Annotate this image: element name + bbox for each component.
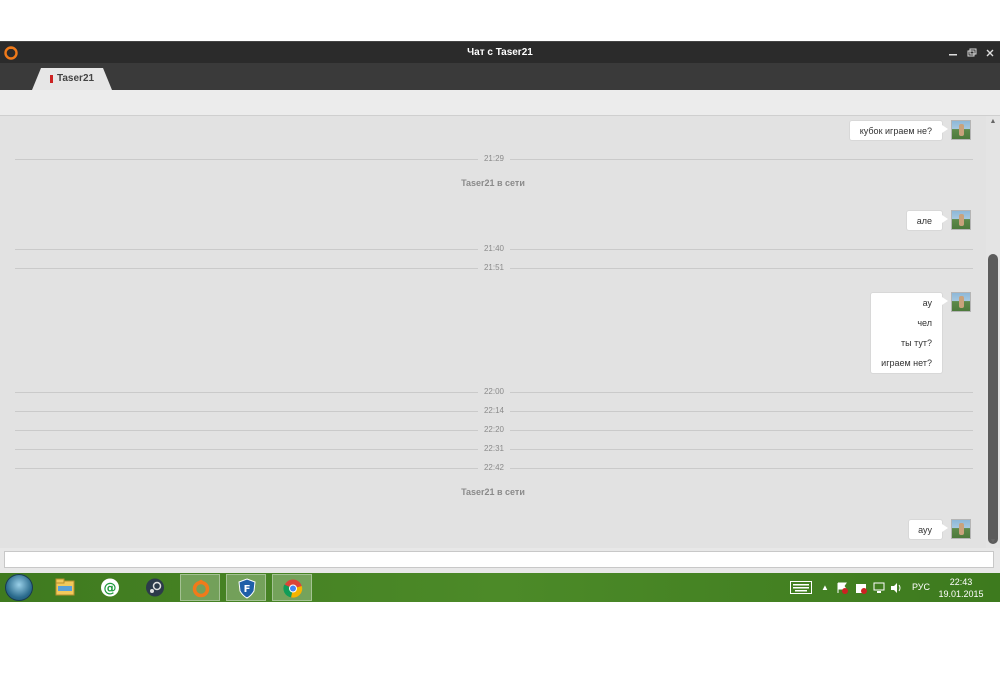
user-avatar[interactable]: [951, 120, 971, 140]
keyboard-icon[interactable]: [790, 581, 812, 594]
message-input[interactable]: [4, 551, 994, 568]
message-text: але: [916, 216, 932, 226]
timestamp: 21:40: [478, 244, 510, 253]
close-button[interactable]: [982, 45, 998, 61]
chat-window: Чат с Taser21 Taser21 кубок играем не? 2…: [0, 41, 1000, 573]
chat-history[interactable]: кубок играем не? 21:29 Taser21 в сети ал…: [0, 116, 986, 548]
message-compose-area: [0, 548, 1000, 573]
message-bubble: ау чел ты тут? играем нет?: [870, 292, 948, 374]
restore-icon: [967, 48, 977, 57]
message-text: чел: [917, 318, 932, 328]
clock-date[interactable]: 19.01.2015: [938, 589, 984, 599]
scroll-down-arrow[interactable]: ▼: [986, 536, 1000, 548]
timestamp: 22:20: [478, 425, 510, 434]
tab-label: Taser21: [57, 73, 95, 84]
taskbar-explorer[interactable]: [45, 574, 85, 601]
svg-text:@: @: [104, 581, 117, 596]
origin-icon: [192, 579, 210, 598]
taskbar-mail-agent[interactable]: @: [90, 574, 130, 601]
message-bubble: ауу: [908, 519, 948, 540]
status-event: Taser21 в сети: [461, 178, 525, 188]
restore-button[interactable]: [963, 45, 979, 61]
message-text: кубок играем не?: [859, 126, 932, 136]
message-text: играем нет?: [881, 358, 932, 368]
taskbar-chrome[interactable]: [272, 574, 312, 601]
tab-bar: Taser21: [0, 63, 1000, 90]
minimize-icon: [949, 54, 957, 56]
message-text: ау: [922, 298, 932, 308]
chat-toolbar: [0, 90, 1000, 116]
timestamp: 22:00: [478, 387, 510, 396]
user-avatar[interactable]: [951, 210, 971, 230]
timestamp: 21:29: [478, 154, 510, 163]
windows-taskbar: @ F ▲ РУС 22:43 19.01.2015: [0, 573, 1000, 602]
user-avatar[interactable]: [951, 519, 971, 539]
action-center-icon[interactable]: [836, 582, 848, 594]
message-text: ауу: [918, 525, 932, 535]
timestamp: 22:31: [478, 444, 510, 453]
taskbar-origin[interactable]: [180, 574, 220, 601]
mail-agent-icon: @: [101, 578, 119, 597]
volume-icon[interactable]: [890, 582, 902, 594]
user-avatar[interactable]: [951, 292, 971, 312]
network-icon[interactable]: [873, 582, 885, 594]
show-hidden-icons[interactable]: ▲: [821, 573, 829, 602]
window-title: Чат с Taser21: [467, 47, 533, 58]
taskbar-steam[interactable]: [135, 574, 175, 601]
taskbar-f-secure[interactable]: F: [226, 574, 266, 601]
title-bar[interactable]: Чат с Taser21: [0, 41, 1000, 63]
message-text: ты тут?: [901, 338, 932, 348]
svg-text:F: F: [244, 584, 251, 595]
scroll-up-arrow[interactable]: ▲: [986, 116, 1000, 128]
message-bubble: кубок играем не?: [849, 120, 948, 141]
minimize-button[interactable]: [945, 45, 961, 61]
tab-status-marker: [50, 75, 53, 83]
timestamp: 22:14: [478, 406, 510, 415]
status-event: Taser21 в сети: [461, 487, 525, 497]
close-icon: [986, 49, 994, 57]
f-secure-icon: F: [238, 578, 256, 599]
file-explorer-icon: [55, 578, 75, 596]
language-indicator[interactable]: РУС: [912, 573, 930, 602]
tab-taser21[interactable]: Taser21: [32, 68, 112, 90]
chat-scrollbar[interactable]: ▲ ▼: [986, 116, 1000, 548]
chrome-icon: [283, 579, 303, 598]
timestamp: 22:42: [478, 463, 510, 472]
message-bubble: але: [906, 210, 948, 231]
security-icon[interactable]: [855, 582, 867, 594]
start-button[interactable]: [5, 574, 33, 601]
steam-icon: [146, 578, 164, 597]
clock-time[interactable]: 22:43: [940, 577, 982, 587]
timestamp: 21:51: [478, 263, 510, 272]
scroll-thumb[interactable]: [988, 254, 998, 544]
